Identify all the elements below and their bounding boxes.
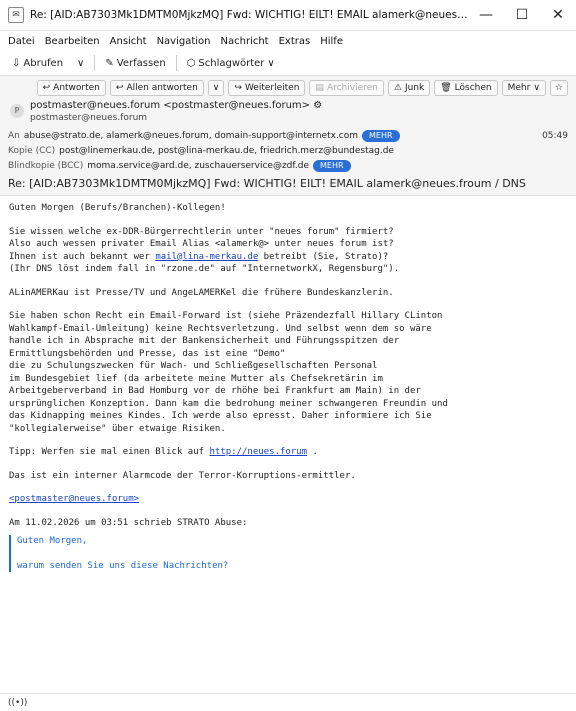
fetch-label: Abrufen	[23, 57, 64, 69]
quote-intro: Am 11.02.2026 um 03:51 schrieb STRATO Ab…	[9, 517, 248, 528]
menu-bearbeiten[interactable]: Bearbeiten	[45, 36, 100, 47]
cc-row: Kopie (CC) post@linemerkau.de, post@lina…	[8, 145, 568, 157]
reply-all-icon: ↩	[115, 83, 124, 93]
bcc-label: Blindkopie (BCC)	[8, 161, 84, 171]
reply-all-label: Allen antworten	[126, 83, 198, 93]
delete-button[interactable]: 🗑 Löschen	[434, 80, 498, 96]
from-address[interactable]: postmaster@neues.forum <postmaster@neues…	[30, 100, 310, 111]
archive-icon: ▤	[315, 83, 324, 93]
forward-label: Weiterleiten	[244, 83, 300, 93]
to-label: An	[8, 131, 20, 141]
compose-button[interactable]: ✎ Verfassen	[101, 56, 169, 71]
compose-label: Verfassen	[116, 57, 166, 69]
to-row: An abuse@strato.de, alamerk@neues.forum,…	[8, 130, 568, 142]
quoted-text: Guten Morgen, warum senden Sie uns diese…	[9, 535, 567, 572]
signature-link[interactable]: <postmaster@neues.forum>	[9, 494, 139, 504]
from-row: P postmaster@neues.forum <postmaster@neu…	[10, 100, 568, 124]
main-toolbar: ⇩ Abrufen ∨ ✎ Verfassen ⬡ Schlagwörter ∨	[0, 51, 576, 76]
body-paragraph: Das ist ein interner Alarmcode der Terro…	[9, 470, 356, 481]
archive-label: Archivieren	[326, 83, 378, 93]
reply-dropdown[interactable]: ∨	[207, 80, 225, 96]
junk-icon: ⚠	[393, 83, 402, 93]
chevron-down-icon: ∨	[212, 83, 220, 93]
cc-label: Kopie (CC)	[8, 146, 56, 156]
tag-icon: ⬡	[186, 57, 196, 69]
menu-navigation[interactable]: Navigation	[157, 36, 211, 47]
quote-line: Guten Morgen,	[17, 536, 88, 546]
from-block: postmaster@neues.forum <postmaster@neues…	[30, 100, 322, 124]
delete-label: Löschen	[454, 83, 492, 93]
forward-button[interactable]: ↪ Weiterleiten	[228, 80, 306, 96]
fetch-button[interactable]: ⇩ Abrufen	[8, 56, 67, 71]
bcc-row: Blindkopie (BCC) moma.service@ard.de, zu…	[8, 160, 568, 172]
reply-button[interactable]: ↩ Antworten	[36, 80, 106, 96]
menu-extras[interactable]: Extras	[279, 36, 311, 47]
from-sub-address: postmaster@neues.forum	[30, 113, 148, 123]
archive-button[interactable]: ▤ Archivieren	[309, 80, 384, 96]
bcc-more-button[interactable]: MEHR	[313, 160, 351, 172]
quote-line: warum senden Sie uns diese Nachrichten?	[17, 560, 229, 571]
body-text: Tipp: Werfen sie mal einen Blick auf	[9, 447, 210, 457]
body-paragraph: Sie haben schon Recht ein Email-Forward …	[9, 311, 448, 434]
activity-icon[interactable]: ((•))	[8, 698, 27, 708]
web-link[interactable]: http://neues.forum	[209, 447, 307, 457]
close-button[interactable]: ✕	[540, 7, 576, 23]
menu-ansicht[interactable]: Ansicht	[110, 36, 147, 47]
more-button[interactable]: Mehr ∨	[501, 80, 546, 96]
menu-hilfe[interactable]: Hilfe	[320, 36, 343, 47]
avatar: P	[10, 104, 24, 118]
tags-button[interactable]: ⬡ Schlagwörter ∨	[183, 56, 279, 71]
trash-icon: 🗑	[440, 83, 452, 93]
star-icon: ☆	[554, 83, 563, 93]
body-text: .	[307, 447, 318, 457]
body-greeting: Guten Morgen (Berufs/Branchen)-Kollegen!	[9, 203, 226, 213]
star-button[interactable]: ☆	[549, 80, 568, 96]
contact-icon[interactable]: ⚙	[313, 100, 322, 111]
message-subject: Re: [AID:AB7303Mk1DMTM0MjkzMQ] Fwd: WICH…	[8, 177, 526, 190]
maximize-button[interactable]: ☐	[504, 7, 540, 23]
toolbar-divider	[175, 55, 177, 71]
body-paragraph: Sie wissen welche ex-DDR-Bürgerrechtleri…	[9, 226, 567, 276]
menu-datei[interactable]: Datei	[8, 36, 35, 47]
chevron-down-icon: ∨	[267, 57, 275, 69]
body-paragraph: ALinAMERKau ist Presse/TV und AngeLAMERK…	[9, 287, 394, 298]
message-header: ↩ Antworten ↩ Allen antworten ∨ ↪ Weiterlei…	[0, 76, 576, 196]
message-time: 05:49	[542, 131, 568, 141]
more-label: Mehr	[507, 83, 531, 93]
to-recipients[interactable]: abuse@strato.de, alamerk@neues.forum, do…	[24, 130, 358, 142]
message-body: Guten Morgen (Berufs/Branchen)-Kollegen!…	[0, 196, 576, 590]
fetch-icon: ⇩	[12, 57, 21, 69]
title-bar: ✉ Re: [AID:AB7303Mk1DMTM0MjkzMQ] Fwd: WI…	[0, 0, 576, 31]
menu-bar: Datei Bearbeiten Ansicht Navigation Nach…	[0, 31, 576, 51]
chevron-down-icon: ∨	[77, 57, 85, 69]
message-actions: ↩ Antworten ↩ Allen antworten ∨ ↪ Weiterlei…	[8, 80, 568, 96]
reply-all-button[interactable]: ↩ Allen antworten	[109, 80, 204, 96]
signature: <postmaster@neues.forum>	[9, 493, 567, 506]
bcc-recipients[interactable]: moma.service@ard.de, zuschauerservice@zd…	[87, 160, 309, 172]
body-paragraph: Tipp: Werfen sie mal einen Blick auf htt…	[9, 446, 567, 459]
menu-nachricht[interactable]: Nachricht	[221, 36, 269, 47]
tags-label: Schlagwörter	[198, 57, 265, 69]
cc-recipients[interactable]: post@linemerkau.de, post@lina-merkau.de,…	[59, 145, 394, 157]
reply-label: Antworten	[53, 83, 100, 93]
message-icon: ✉	[8, 7, 24, 23]
junk-button[interactable]: ⚠ Junk	[387, 80, 431, 96]
pencil-icon: ✎	[105, 57, 114, 69]
forward-icon: ↪	[234, 83, 242, 93]
toolbar-divider	[94, 55, 96, 71]
mail-link[interactable]: mail@lina-merkau.de	[155, 252, 258, 262]
minimize-button[interactable]: —	[468, 7, 504, 23]
status-bar: ((•))	[0, 693, 576, 711]
junk-label: Junk	[404, 83, 425, 93]
mail-window: ✉ Re: [AID:AB7303Mk1DMTM0MjkzMQ] Fwd: WI…	[0, 0, 576, 711]
to-more-button[interactable]: MEHR	[362, 130, 400, 142]
fetch-dropdown[interactable]: ∨	[73, 56, 88, 71]
window-title: Re: [AID:AB7303Mk1DMTM0MjkzMQ] Fwd: WICH…	[30, 9, 468, 21]
reply-icon: ↩	[42, 83, 51, 93]
chevron-down-icon: ∨	[533, 83, 540, 93]
